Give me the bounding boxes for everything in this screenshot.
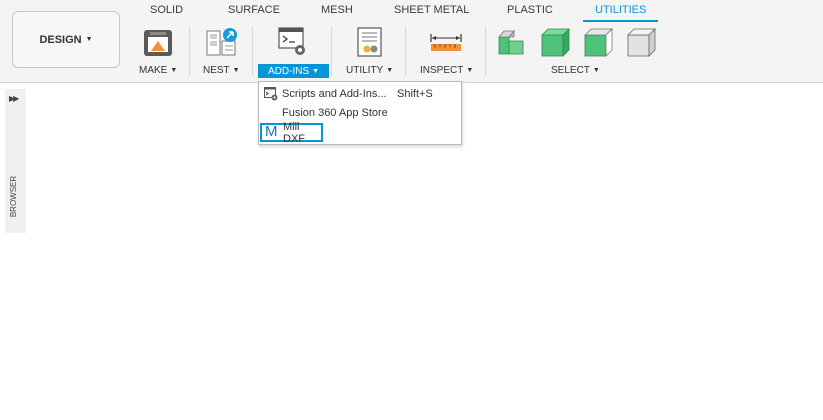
make-group-label[interactable]: MAKE ▼ <box>139 65 177 76</box>
utility-group-label[interactable]: UTILITY ▼ <box>346 65 393 76</box>
nest-icon[interactable] <box>205 27 239 57</box>
active-tab-indicator <box>583 20 658 22</box>
addins-group-label[interactable]: ADD-INS ▼ <box>258 64 330 78</box>
nest-group-label[interactable]: NEST ▼ <box>203 65 240 76</box>
divider <box>405 26 406 76</box>
tab-solid[interactable]: SOLID <box>150 4 183 16</box>
make-label: MAKE <box>139 65 168 76</box>
menu-item-mill-dxf[interactable]: M Mill DXF <box>260 120 323 145</box>
divider <box>331 26 332 76</box>
mill-dxf-icon: M <box>265 123 278 140</box>
nest-label: NEST <box>203 65 230 76</box>
browser-label[interactable]: BROWSER <box>9 176 18 217</box>
menu-item-label: Mill DXF <box>283 120 305 145</box>
select-face-icon[interactable] <box>496 27 526 57</box>
chevron-down-icon: ▼ <box>85 36 93 43</box>
workspace-label: DESIGN <box>39 33 82 46</box>
select-box-icon[interactable] <box>626 27 658 57</box>
menu-item-scripts-addins[interactable]: Scripts and Add-Ins... Shift+S <box>259 85 461 103</box>
select-body-icon[interactable] <box>540 27 572 57</box>
chevron-down-icon: ▼ <box>170 67 178 74</box>
chevron-down-icon: ▼ <box>466 67 474 74</box>
addins-label: ADD-INS <box>268 65 310 77</box>
utility-label: UTILITY <box>346 65 384 76</box>
divider <box>189 26 190 76</box>
workspace-switcher[interactable]: DESIGN ▼ <box>12 11 120 68</box>
divider <box>252 26 253 76</box>
scripts-addins-icon[interactable] <box>278 26 310 58</box>
chevron-down-icon: ▼ <box>592 67 600 74</box>
chevron-down-icon: ▼ <box>386 67 394 74</box>
ribbon-toolbar: DESIGN ▼ SOLID SURFACE MESH SHEET METAL … <box>0 0 823 83</box>
3d-print-icon[interactable] <box>142 28 174 58</box>
menu-item-app-store[interactable]: Fusion 360 App Store <box>259 104 461 122</box>
select-label: SELECT <box>551 65 590 76</box>
tab-mesh[interactable]: MESH <box>321 4 353 16</box>
chevron-down-icon: ▼ <box>232 67 240 74</box>
tab-plastic[interactable]: PLASTIC <box>507 4 553 16</box>
tab-sheet-metal[interactable]: SHEET METAL <box>394 4 469 16</box>
menu-item-label: Scripts and Add-Ins... <box>282 88 387 100</box>
browser-panel: ▶▶ BROWSER <box>5 89 26 233</box>
addins-dropdown-menu: Scripts and Add-Ins... Shift+S Fusion 36… <box>258 81 462 145</box>
menu-item-shortcut: Shift+S <box>397 88 433 100</box>
scripts-icon <box>264 87 278 101</box>
menu-item-label: Fusion 360 App Store <box>282 107 388 119</box>
expand-icon[interactable]: ▶▶ <box>9 94 19 103</box>
inspect-group-label[interactable]: INSPECT ▼ <box>420 65 473 76</box>
chevron-down-icon: ▼ <box>312 67 320 75</box>
divider <box>485 26 486 76</box>
measure-icon[interactable] <box>429 30 463 54</box>
tab-utilities[interactable]: UTILITIES <box>595 4 646 16</box>
tab-surface[interactable]: SURFACE <box>228 4 280 16</box>
select-group-label[interactable]: SELECT ▼ <box>551 65 600 76</box>
select-cube-icon[interactable] <box>583 27 615 57</box>
inspect-label: INSPECT <box>420 65 464 76</box>
utility-icon[interactable] <box>355 26 385 58</box>
